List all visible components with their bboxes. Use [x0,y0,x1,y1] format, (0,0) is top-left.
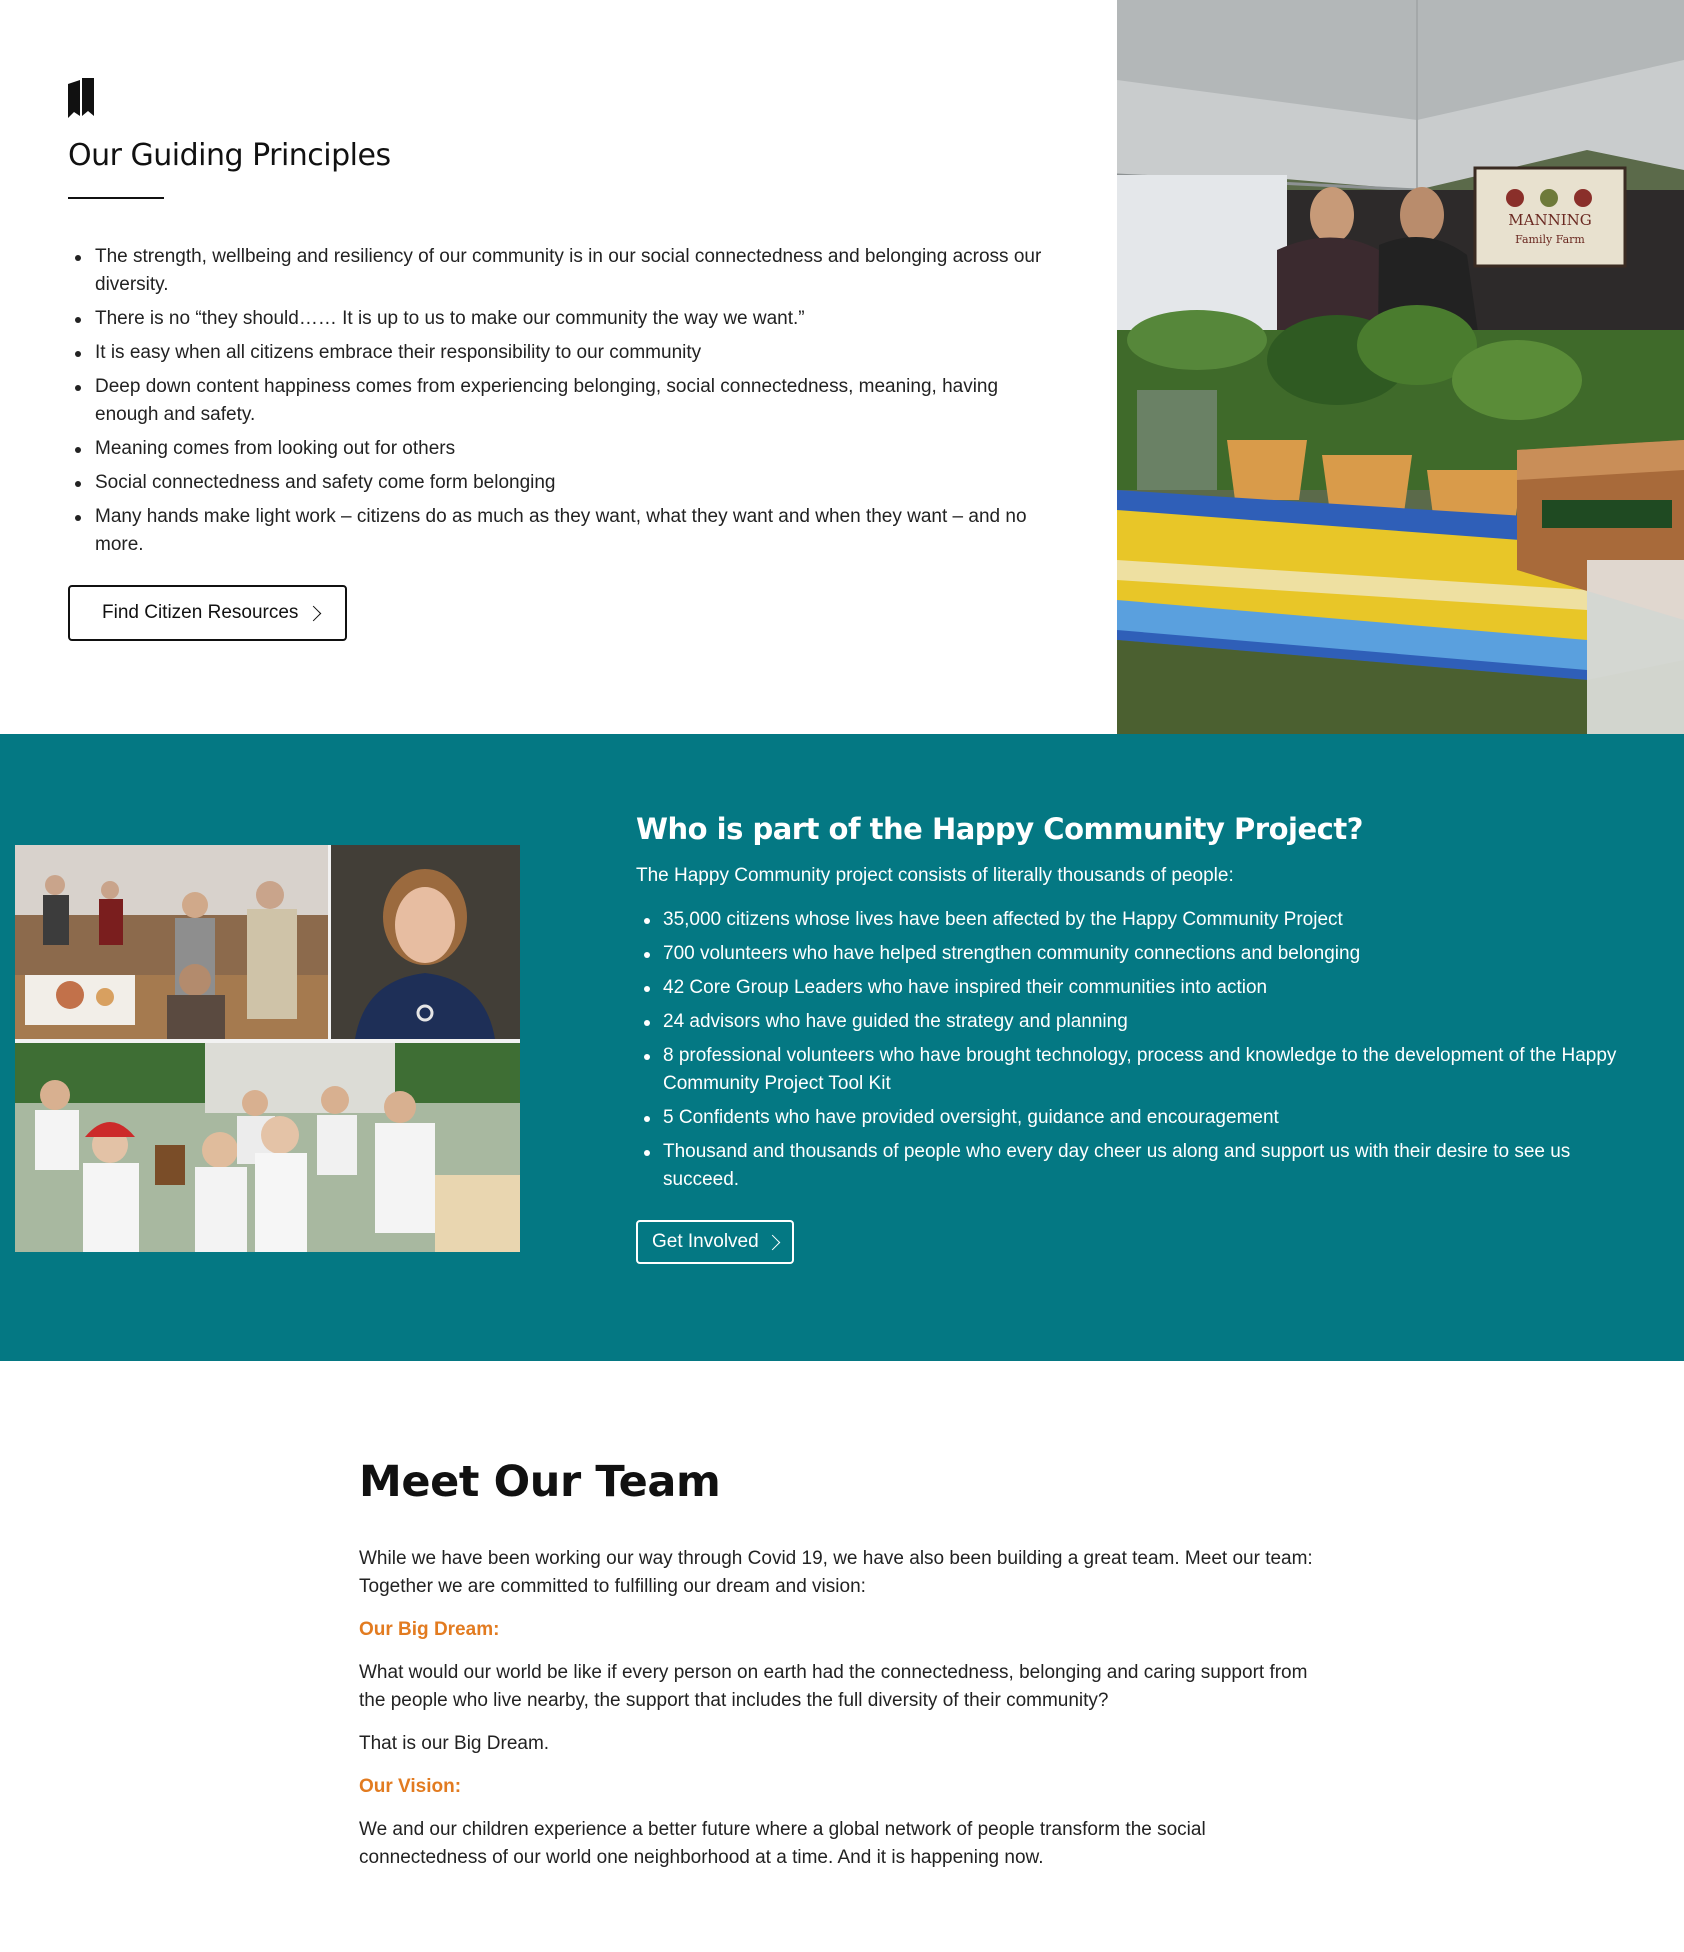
team-title: Meet Our Team [359,1457,721,1507]
principles-text-column: Our Guiding Principles The strength, wel… [68,78,1048,641]
list-item: It is easy when all citizens embrace the… [68,339,1048,367]
get-involved-button[interactable]: Get Involved [636,1220,794,1264]
list-item: Meaning comes from looking out for other… [68,435,1048,463]
vision-text: We and our children experience a better … [359,1819,1206,1868]
involved-text-column: Who is part of the Happy Community Proje… [636,812,1646,1264]
list-item: 5 Confidents who have provided oversight… [636,1104,1646,1132]
list-item: Many hands make light work – citizens do… [68,503,1048,559]
list-item: 42 Core Group Leaders who have inspired … [636,974,1646,1002]
farmers-market-photo: MANNING Family Farm [1117,0,1684,734]
list-item: 8 professional volunteers who have broug… [636,1042,1646,1098]
big-dream-closing: That is our Big Dream. [359,1733,550,1754]
big-dream-text: What would our world be like if every pe… [359,1662,1308,1711]
title-divider [68,197,164,199]
list-item: 35,000 citizens whose lives have been af… [636,906,1646,934]
chevron-right-icon [764,1234,780,1250]
bookmark-icon [68,78,94,118]
vision-heading: Our Vision: [359,1776,462,1797]
community-photo-collage [15,845,520,1252]
sign-text: MANNING [1508,211,1591,229]
chevron-right-icon [306,605,322,621]
principles-title: Our Guiding Principles [68,138,391,173]
involved-title: Who is part of the Happy Community Proje… [636,812,1364,846]
team-text-column: Meet Our Team While we have been working… [359,1457,1319,1872]
find-citizen-resources-button[interactable]: Find Citizen Resources [68,585,348,641]
list-item: Social connectedness and safety come for… [68,469,1048,497]
big-dream-heading: Our Big Dream: [359,1619,500,1640]
guiding-principles-section: Our Guiding Principles The strength, wel… [0,0,1684,734]
list-item: The strength, wellbeing and resiliency o… [68,243,1048,299]
sign-subtext: Family Farm [1515,233,1585,246]
happy-community-project-section: Who is part of the Happy Community Proje… [0,734,1684,1361]
list-item: Deep down content happiness comes from e… [68,373,1048,429]
list-item: Thousand and thousands of people who eve… [636,1138,1646,1194]
principles-list: The strength, wellbeing and resiliency o… [68,243,1048,559]
list-item: 700 volunteers who have helped strengthe… [636,940,1646,968]
meet-our-team-section: Meet Our Team While we have been working… [0,1361,1684,1952]
involved-list: 35,000 citizens whose lives have been af… [636,906,1646,1194]
list-item: 24 advisors who have guided the strategy… [636,1008,1646,1036]
list-item: There is no “they should…… It is up to u… [68,305,1048,333]
find-citizen-resources-label: Find Citizen Resources [102,602,299,623]
involved-intro: The Happy Community project consists of … [636,865,1234,886]
team-intro: While we have been working our way throu… [359,1548,1313,1597]
get-involved-label: Get Involved [652,1231,759,1252]
